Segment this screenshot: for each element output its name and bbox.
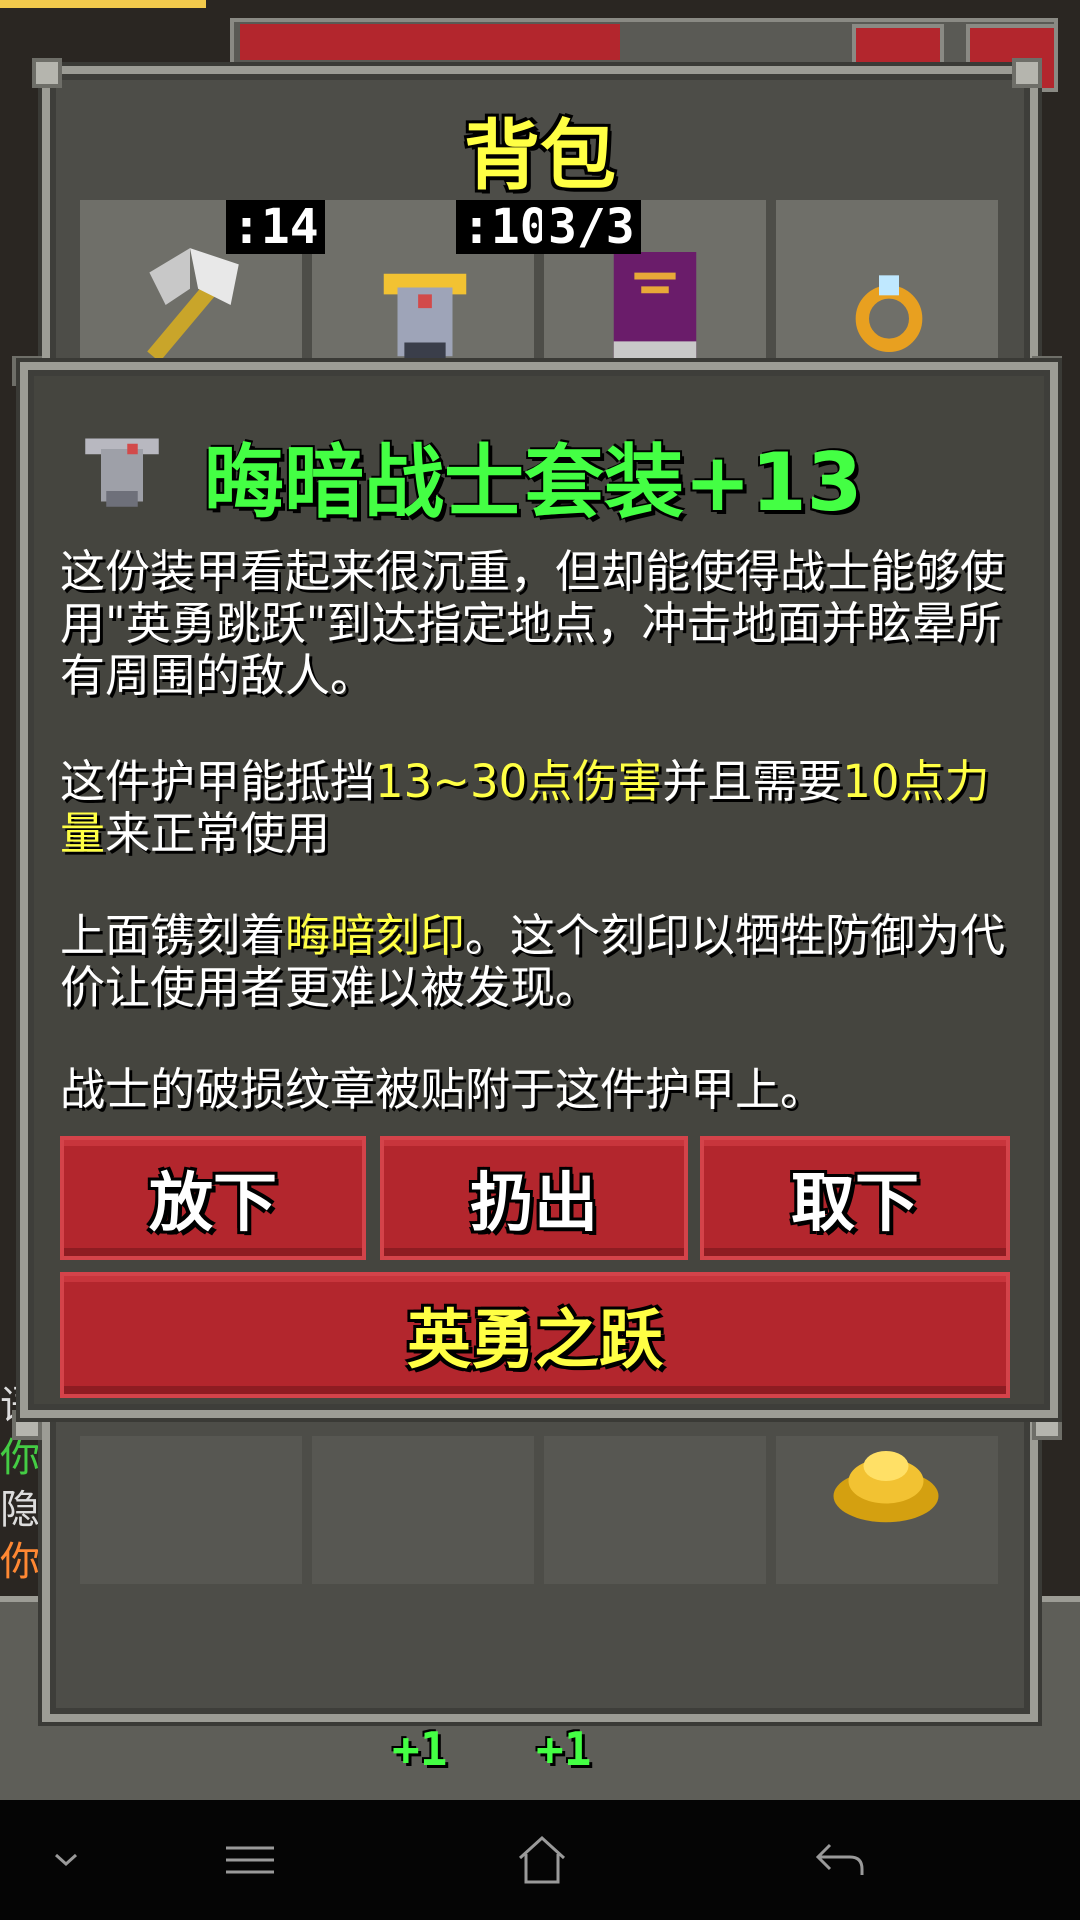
- log-line: 你: [0, 1539, 40, 1585]
- xp-bar: [0, 0, 206, 8]
- glyph-text: 上面镌刻着: [60, 909, 286, 962]
- stats-text: 并且需要: [662, 755, 843, 808]
- armor-icon: [383, 273, 467, 364]
- stats-text: 这件护甲能抵挡: [60, 755, 376, 808]
- glyph-description: 上面镌刻着晦暗刻印。这个刻印以牺牲防御为代价让使用者更难以被发现。: [60, 910, 1020, 1014]
- upgrade-badge: +1: [536, 1722, 592, 1776]
- menu-icon: [226, 1846, 274, 1874]
- panel-corner: [1012, 58, 1042, 88]
- nav-home-button[interactable]: [502, 1830, 582, 1890]
- item-title: 晦暗战士套装+13: [204, 436, 863, 529]
- heroic-leap-button[interactable]: 英勇之跃: [60, 1272, 1010, 1398]
- nav-menu-button[interactable]: [210, 1830, 290, 1890]
- item-stats: 这件护甲能抵挡13~30点伤害并且需要10点力量来正常使用: [60, 756, 1020, 860]
- seal-description: 战士的破损纹章被贴附于这件护甲上。: [60, 1063, 826, 1116]
- chevron-down-icon: [54, 1853, 78, 1867]
- bag-slot[interactable]: [80, 1436, 302, 1584]
- log-line: 隐: [0, 1487, 40, 1533]
- bag-slot[interactable]: [544, 1436, 766, 1584]
- slot-badge: 3/3: [542, 200, 641, 254]
- damage-block-value: 13~30点伤害: [375, 755, 663, 808]
- unequip-button[interactable]: 取下: [700, 1136, 1010, 1260]
- backpack-title: 背包: [464, 111, 616, 200]
- hp-bar: [240, 24, 620, 60]
- bag-slot[interactable]: [312, 1436, 534, 1584]
- slot-badge: :10: [456, 200, 555, 254]
- battle-axe-icon: [147, 248, 239, 362]
- upgrade-badge: +1: [392, 1722, 448, 1776]
- glyph-name: 晦暗刻印: [285, 909, 466, 962]
- gold-pile-icon: [833, 1451, 939, 1523]
- item-description: 这份装甲看起来很沉重，但却能使得战士能够使用"英勇跳跃"到达指定地点，冲击地面并…: [60, 545, 1006, 702]
- stats-text: 来正常使用: [105, 807, 331, 860]
- spellbook-icon: [613, 252, 697, 362]
- ring-icon: [855, 275, 923, 352]
- ring-slot[interactable]: [776, 200, 998, 362]
- throw-button[interactable]: 扔出: [380, 1136, 688, 1260]
- nav-collapse-button[interactable]: [26, 1830, 106, 1890]
- panel-corner: [32, 58, 62, 88]
- slot-badge: :14: [226, 200, 325, 254]
- home-icon: [518, 1835, 566, 1884]
- armor-icon: [85, 438, 159, 507]
- drop-button[interactable]: 放下: [60, 1136, 366, 1260]
- back-icon: [815, 1843, 864, 1875]
- nav-back-button[interactable]: [800, 1830, 880, 1890]
- gold-slot[interactable]: [776, 1436, 998, 1584]
